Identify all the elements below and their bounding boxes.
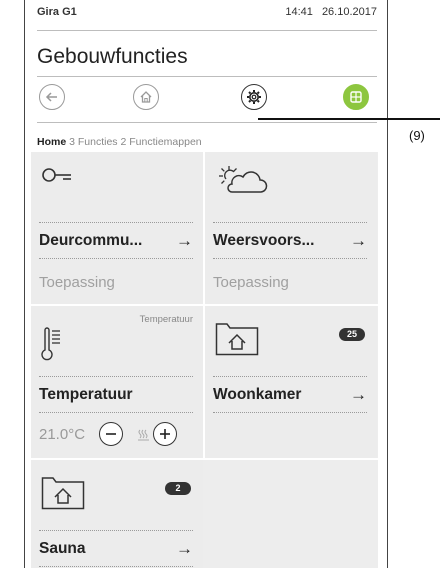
tile-divider	[213, 376, 367, 377]
tile-subtitle: Toepassing	[213, 274, 289, 291]
tile-divider	[213, 412, 367, 413]
status-divider	[37, 30, 377, 31]
tile-folder-living-room[interactable]: 25 Woonkamer →	[205, 306, 377, 458]
tile-door-communication[interactable]: Deurcommu... → Toepassing	[31, 152, 203, 304]
breadcrumb-functions-count: 3	[69, 136, 75, 148]
tile-title-text: Sauna	[39, 540, 86, 557]
back-arrow-icon	[45, 92, 57, 102]
temperature-value: 21.0°C	[39, 426, 86, 443]
decrease-button[interactable]	[99, 422, 123, 446]
tile-subtitle: Toepassing	[39, 274, 115, 291]
title-divider	[37, 76, 377, 77]
home-button[interactable]	[133, 84, 159, 110]
page-title: Gebouwfuncties	[37, 45, 188, 68]
breadcrumb-home[interactable]: Home	[37, 136, 66, 148]
callout-label: (9)	[409, 128, 425, 143]
tile-divider	[213, 258, 367, 259]
grid-divider	[31, 458, 378, 460]
minus-icon	[106, 433, 116, 435]
tile-divider	[39, 258, 193, 259]
gear-icon	[247, 90, 261, 104]
time: 14:41	[285, 6, 313, 18]
status-bar: Gira G1 14:41 26.10.2017	[37, 6, 377, 22]
folder-home-icon	[41, 477, 85, 510]
tile-title-text: Woonkamer	[213, 386, 302, 403]
date: 26.10.2017	[321, 6, 377, 18]
tile-title: Deurcommu... →	[39, 231, 193, 250]
device-name: Gira G1	[37, 6, 77, 18]
tile-temperature[interactable]: Temperatuur Temperatuur 21.0°C	[31, 306, 203, 458]
tile-title: Sauna →	[39, 539, 193, 558]
breadcrumb-folders-count: 2	[120, 136, 127, 148]
breadcrumb-functions[interactable]: Functies	[78, 136, 118, 148]
tile-divider	[39, 376, 193, 377]
tile-divider	[39, 412, 193, 413]
tile-weather-forecast[interactable]: Weersvoors... → Toepassing	[205, 152, 377, 304]
arrow-right-icon: →	[350, 231, 367, 250]
increase-button[interactable]	[153, 422, 177, 446]
tile-title-text: Temperatuur	[39, 386, 133, 403]
home-icon	[140, 91, 152, 103]
tile-folder-sauna[interactable]: 2 Sauna →	[31, 460, 203, 568]
weather-icon	[219, 166, 268, 193]
breadcrumb: Home 3 Functies 2 Functiemappen	[37, 136, 202, 148]
key-icon	[42, 168, 71, 182]
arrow-right-icon: →	[176, 231, 193, 250]
thermometer-icon	[41, 327, 60, 361]
callout-line	[258, 118, 440, 120]
tile-title: Weersvoors... →	[213, 231, 367, 250]
tile-title: Woonkamer →	[213, 385, 367, 404]
nav-divider	[37, 122, 377, 123]
folder-home-icon	[215, 323, 259, 356]
plus-icon	[160, 429, 170, 439]
tile-title: Temperatuur	[39, 386, 193, 404]
settings-button[interactable]	[241, 84, 267, 110]
tile-title-text: Deurcommu...	[39, 232, 143, 249]
breadcrumb-folders[interactable]: Functiemappen	[129, 136, 201, 148]
grid-icon	[350, 91, 362, 103]
tile-divider	[39, 530, 193, 531]
tile-view-button[interactable]	[343, 84, 369, 110]
arrow-right-icon: →	[176, 539, 193, 558]
grid-divider	[31, 304, 378, 306]
count-badge: 25	[339, 328, 365, 341]
tile-title-text: Weersvoors...	[213, 232, 315, 249]
tile-grid: Deurcommu... → Toepassing Weersvoors... …	[31, 152, 378, 568]
temperature-control: 21.0°C	[39, 422, 199, 448]
tile-divider	[39, 566, 193, 567]
back-button[interactable]	[39, 84, 65, 110]
tile-corner-label: Temperatuur	[139, 314, 193, 325]
navigation-bar	[25, 84, 387, 118]
arrow-right-icon: →	[350, 385, 367, 404]
clock: 14:41 26.10.2017	[279, 6, 377, 18]
grid-divider	[203, 152, 205, 460]
heating-icon	[138, 429, 149, 441]
tile-divider	[39, 222, 193, 223]
count-badge: 2	[165, 482, 191, 495]
tile-divider	[213, 222, 367, 223]
device-screen: Gira G1 14:41 26.10.2017 Gebouwfuncties	[24, 0, 388, 568]
